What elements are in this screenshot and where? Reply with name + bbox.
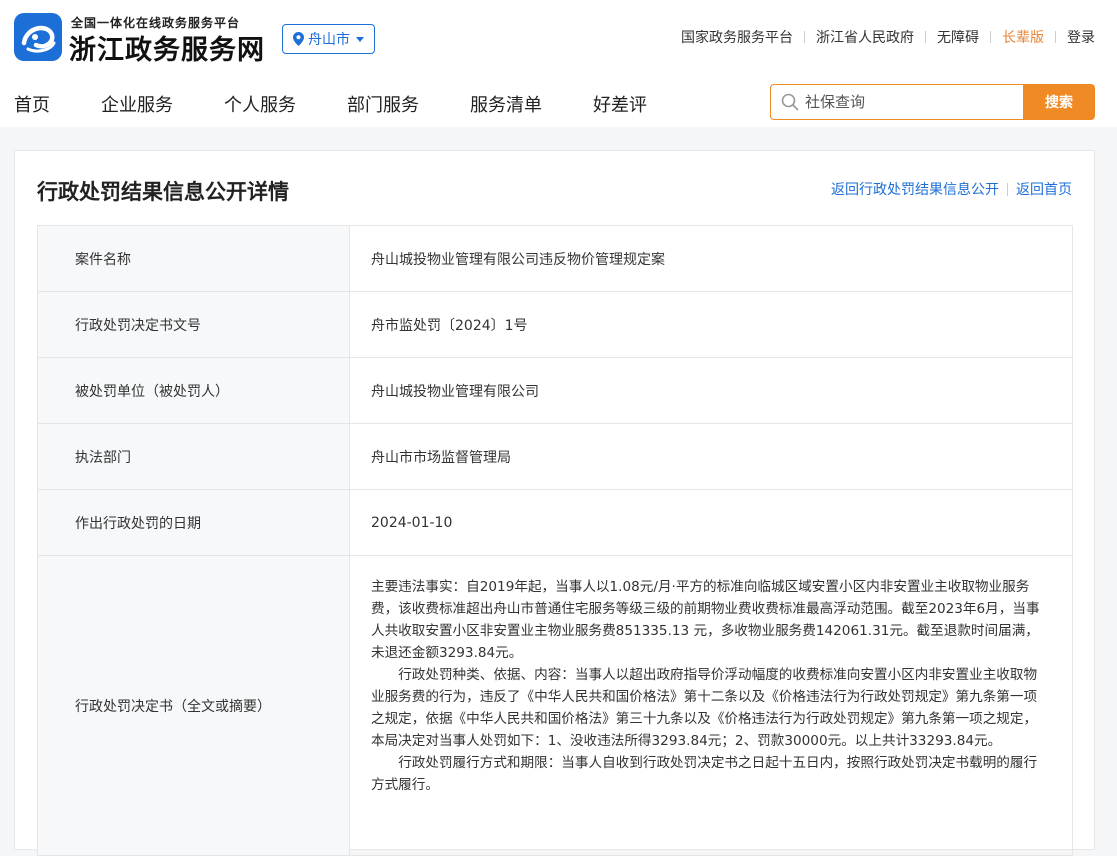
detail-table: 案件名称 舟山城投物业管理有限公司违反物价管理规定案 行政处罚决定书文号 舟市监… — [37, 225, 1073, 856]
table-row: 行政处罚决定书文号 舟市监处罚〔2024〕1号 — [38, 292, 1072, 358]
page-title: 行政处罚结果信息公开详情 — [37, 180, 289, 204]
row-label: 行政处罚决定书（全文或摘要） — [38, 556, 350, 855]
city-selector[interactable]: 舟山市 — [282, 24, 375, 54]
link-login[interactable]: 登录 — [1067, 27, 1095, 47]
card-links: 返回行政处罚结果信息公开 返回首页 — [831, 179, 1072, 199]
divider — [804, 31, 805, 43]
link-provincial-government[interactable]: 浙江省人民政府 — [816, 27, 914, 47]
divider — [925, 31, 926, 43]
violation-facts: 主要违法事实：自2019年起，当事人以1.08元/月·平方的标准向临城区域安置小… — [371, 579, 1040, 661]
table-row: 被处罚单位（被处罚人） 舟山城投物业管理有限公司 — [38, 358, 1072, 424]
table-row: 行政处罚决定书（全文或摘要） 主要违法事实：自2019年起，当事人以1.08元/… — [38, 556, 1072, 856]
top-links: 国家政务服务平台 浙江省人民政府 无障碍 长辈版 登录 — [681, 27, 1095, 47]
nav-item-service-list[interactable]: 服务清单 — [470, 91, 542, 117]
site-logo[interactable] — [14, 13, 62, 61]
decision-text: 主要违法事实：自2019年起，当事人以1.08元/月·平方的标准向临城区域安置小… — [350, 556, 1072, 855]
table-row: 执法部门 舟山市市场监督管理局 — [38, 424, 1072, 490]
search-box — [770, 84, 1023, 120]
city-label: 舟山市 — [308, 32, 350, 48]
search-bar: 搜索 — [770, 84, 1095, 120]
row-label: 行政处罚决定书文号 — [38, 292, 350, 357]
nav-item-enterprise[interactable]: 企业服务 — [101, 91, 173, 117]
table-row: 作出行政处罚的日期 2024-01-10 — [38, 490, 1072, 556]
divider — [990, 31, 991, 43]
nav-item-department[interactable]: 部门服务 — [347, 91, 419, 117]
row-label: 被处罚单位（被处罚人） — [38, 358, 350, 423]
location-pin-icon — [293, 32, 304, 46]
table-row: 案件名称 舟山城投物业管理有限公司违反物价管理规定案 — [38, 226, 1072, 292]
fulfillment-terms: 行政处罚履行方式和期限：当事人自收到行政处罚决定书之日起十五日内，按照行政处罚决… — [371, 755, 1038, 793]
penalty-basis: 行政处罚种类、依据、内容：当事人以超出政府指导价浮动幅度的收费标准向安置小区内非… — [371, 667, 1038, 749]
row-value: 2024-01-10 — [371, 514, 453, 531]
search-button[interactable]: 搜索 — [1023, 84, 1095, 120]
divider — [1055, 31, 1056, 43]
back-to-home-link[interactable]: 返回首页 — [1016, 179, 1072, 199]
search-input[interactable] — [805, 93, 1005, 111]
row-value: 舟山市市场监督管理局 — [371, 449, 511, 466]
site-name[interactable]: 浙江政务服务网 — [69, 28, 265, 67]
search-icon — [781, 93, 799, 111]
site-header: 全国一体化在线政务服务平台 浙江政务服务网 舟山市 国家政务服务平台 浙江省人民… — [0, 0, 1117, 127]
logo-swirl-icon — [21, 25, 56, 53]
row-label: 作出行政处罚的日期 — [38, 490, 350, 555]
main-nav: 首页 企业服务 个人服务 部门服务 服务清单 好差评 — [14, 91, 698, 117]
link-elder-mode[interactable]: 长辈版 — [1002, 27, 1044, 47]
nav-item-personal[interactable]: 个人服务 — [224, 91, 296, 117]
row-value: 舟市监处罚〔2024〕1号 — [371, 317, 528, 334]
nav-item-rating[interactable]: 好差评 — [593, 91, 647, 117]
detail-card: 行政处罚结果信息公开详情 返回行政处罚结果信息公开 返回首页 案件名称 舟山城投… — [14, 150, 1095, 856]
row-label: 执法部门 — [38, 424, 350, 489]
divider — [1007, 182, 1008, 196]
back-to-list-link[interactable]: 返回行政处罚结果信息公开 — [831, 179, 999, 199]
nav-item-home[interactable]: 首页 — [14, 91, 50, 117]
row-value: 舟山城投物业管理有限公司违反物价管理规定案 — [371, 251, 665, 268]
link-national-platform[interactable]: 国家政务服务平台 — [681, 27, 793, 47]
row-value: 舟山城投物业管理有限公司 — [371, 383, 539, 400]
link-accessibility[interactable]: 无障碍 — [937, 27, 979, 47]
row-label: 案件名称 — [38, 226, 350, 291]
caret-down-icon — [356, 36, 364, 42]
